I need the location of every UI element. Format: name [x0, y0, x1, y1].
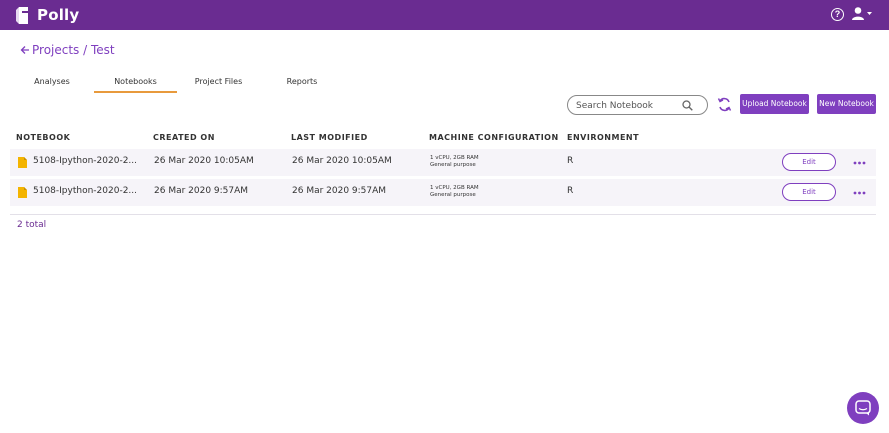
breadcrumb-text: Projects / Test	[32, 43, 115, 57]
more-options-icon[interactable]	[853, 191, 866, 195]
chat-icon	[855, 400, 871, 416]
top-bar: Polly ?	[0, 0, 889, 30]
created-on: 26 Mar 2020 9:57AM	[154, 186, 249, 196]
machine-configuration: 1 vCPU, 2GB RAM General purpose	[430, 155, 479, 168]
app-name: Polly	[37, 6, 80, 24]
column-header-created-on[interactable]: CREATED ON	[153, 133, 215, 142]
column-header-last-modified[interactable]: LAST MODIFIED	[291, 133, 368, 142]
environment: R	[567, 156, 574, 166]
breadcrumb[interactable]: Projects / Test	[20, 43, 115, 57]
environment: R	[567, 186, 574, 196]
refresh-icon[interactable]	[717, 97, 732, 112]
machine-spec: 1 vCPU, 2GB RAM	[430, 185, 479, 191]
edit-button[interactable]: Edit	[782, 183, 836, 201]
upload-notebook-button[interactable]: Upload Notebook	[740, 94, 809, 114]
table-row[interactable]: 5108-Ipython-2020-2... 26 Mar 2020 9:57A…	[10, 179, 876, 206]
created-on: 26 Mar 2020 10:05AM	[154, 156, 254, 166]
user-icon[interactable]	[852, 6, 874, 22]
help-icon[interactable]: ?	[831, 8, 844, 21]
search-box[interactable]	[567, 95, 708, 115]
tab-reports[interactable]: Reports	[266, 74, 338, 93]
tab-notebooks[interactable]: Notebooks	[94, 74, 177, 93]
file-icon	[18, 157, 27, 168]
table-divider	[10, 214, 876, 215]
machine-configuration: 1 vCPU, 2GB RAM General purpose	[430, 185, 479, 198]
more-options-icon[interactable]	[853, 161, 866, 165]
column-header-machine-configuration: MACHINE CONFIGURATION	[429, 133, 559, 142]
search-icon[interactable]	[682, 100, 693, 111]
new-notebook-button[interactable]: New Notebook	[817, 94, 876, 114]
caret-down-icon	[867, 12, 872, 15]
column-header-environment: ENVIRONMENT	[567, 133, 640, 142]
last-modified: 26 Mar 2020 9:57AM	[292, 186, 387, 196]
column-header-notebook[interactable]: NOTEBOOK	[16, 133, 70, 142]
tab-analyses[interactable]: Analyses	[14, 74, 90, 93]
machine-spec: 1 vCPU, 2GB RAM	[430, 155, 479, 161]
arrow-left-icon	[20, 46, 29, 54]
notebook-name[interactable]: 5108-Ipython-2020-2...	[33, 186, 137, 196]
total-count: 2 total	[17, 220, 47, 230]
polly-logo-icon	[16, 6, 28, 24]
app-logo[interactable]: Polly	[16, 6, 79, 24]
machine-type: General purpose	[430, 191, 476, 198]
table-row[interactable]: 5108-Ipython-2020-2... 26 Mar 2020 10:05…	[10, 149, 876, 176]
notebook-name[interactable]: 5108-Ipython-2020-2...	[33, 156, 137, 166]
chat-launcher-button[interactable]	[847, 392, 879, 424]
tab-project-files[interactable]: Project Files	[181, 74, 256, 93]
machine-type: General purpose	[430, 161, 476, 168]
edit-button[interactable]: Edit	[782, 153, 836, 171]
last-modified: 26 Mar 2020 10:05AM	[292, 156, 392, 166]
search-input[interactable]	[576, 99, 680, 112]
file-icon	[18, 187, 27, 198]
